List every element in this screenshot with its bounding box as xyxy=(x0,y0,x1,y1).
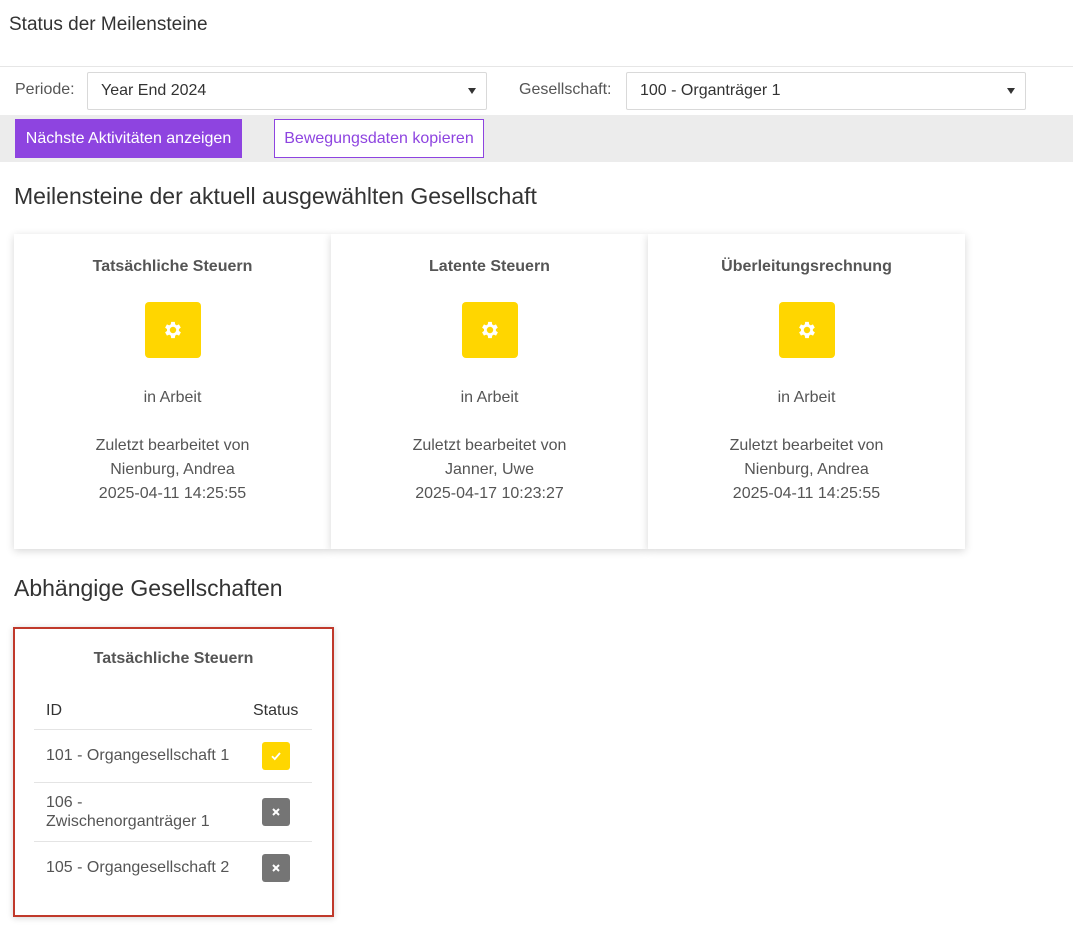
close-icon xyxy=(262,798,290,826)
dependent-heading: Abhängige Gesellschaften xyxy=(14,575,283,601)
card-status: in Arbeit xyxy=(460,389,519,406)
chevron-down-icon xyxy=(1007,88,1015,94)
gear-icon xyxy=(144,302,201,358)
close-icon xyxy=(262,854,290,882)
row-company-id: 106 - Zwischenorganträger 1 xyxy=(46,794,210,830)
page-title: Status der Meilensteine xyxy=(9,14,208,35)
card-title: Tatsächliche Steuern xyxy=(92,258,253,275)
card-editor-name: Nienburg, Andrea xyxy=(110,461,235,478)
panel-title: Tatsächliche Steuern xyxy=(93,650,254,667)
company-select[interactable]: 100 - Organträger 1 xyxy=(626,72,1026,110)
gear-icon xyxy=(461,302,518,358)
company-select-value: 100 - Organträger 1 xyxy=(640,82,781,99)
milestones-heading: Meilensteine der aktuell ausgewählten Ge… xyxy=(14,183,537,209)
check-icon xyxy=(262,742,290,770)
card-editor-label: Zuletzt bearbeitet von xyxy=(412,437,567,454)
card-editor-name: Janner, Uwe xyxy=(445,461,534,478)
card-title: Überleitungsrechnung xyxy=(721,258,892,275)
card-editor-name: Nienburg, Andrea xyxy=(744,461,869,478)
card-status: in Arbeit xyxy=(777,389,836,406)
period-label: Periode: xyxy=(15,81,75,98)
title-divider xyxy=(0,66,1073,67)
table-row: 105 - Organgesellschaft 2 xyxy=(34,841,312,894)
gear-icon xyxy=(778,302,835,358)
company-label: Gesellschaft: xyxy=(519,81,612,98)
toolbar: Nächste Aktivitäten anzeigen Bewegungsda… xyxy=(0,115,1073,162)
next-activities-button[interactable]: Nächste Aktivitäten anzeigen xyxy=(15,119,242,158)
card-title: Latente Steuern xyxy=(429,258,550,275)
table-row: 101 - Organgesellschaft 1 xyxy=(34,729,312,782)
column-header-id: ID xyxy=(46,702,62,719)
period-select[interactable]: Year End 2024 xyxy=(87,72,487,110)
card-status: in Arbeit xyxy=(143,389,202,406)
card-editor-label: Zuletzt bearbeitet von xyxy=(95,437,250,454)
chevron-down-icon xyxy=(468,88,476,94)
period-select-value: Year End 2024 xyxy=(101,82,207,99)
milestone-card-reconciliation: Überleitungsrechnung in Arbeit Zuletzt b… xyxy=(648,234,965,549)
row-company-id: 105 - Organgesellschaft 2 xyxy=(46,859,230,876)
card-editor-label: Zuletzt bearbeitet von xyxy=(729,437,884,454)
milestone-card-actual-taxes: Tatsächliche Steuern in Arbeit Zuletzt b… xyxy=(14,234,331,549)
card-timestamp: 2025-04-11 14:25:55 xyxy=(98,485,247,502)
table-row: 106 - Zwischenorganträger 1 xyxy=(34,782,312,841)
row-company-id: 101 - Organgesellschaft 1 xyxy=(46,747,230,764)
copy-data-button[interactable]: Bewegungsdaten kopieren xyxy=(274,119,484,158)
card-timestamp: 2025-04-17 10:23:27 xyxy=(415,485,564,502)
milestone-card-deferred-taxes: Latente Steuern in Arbeit Zuletzt bearbe… xyxy=(331,234,648,549)
dependent-companies-panel: Tatsächliche Steuern ID Status 101 - Org… xyxy=(13,627,334,917)
card-timestamp: 2025-04-11 14:25:55 xyxy=(732,485,881,502)
column-header-status: Status xyxy=(253,702,299,719)
